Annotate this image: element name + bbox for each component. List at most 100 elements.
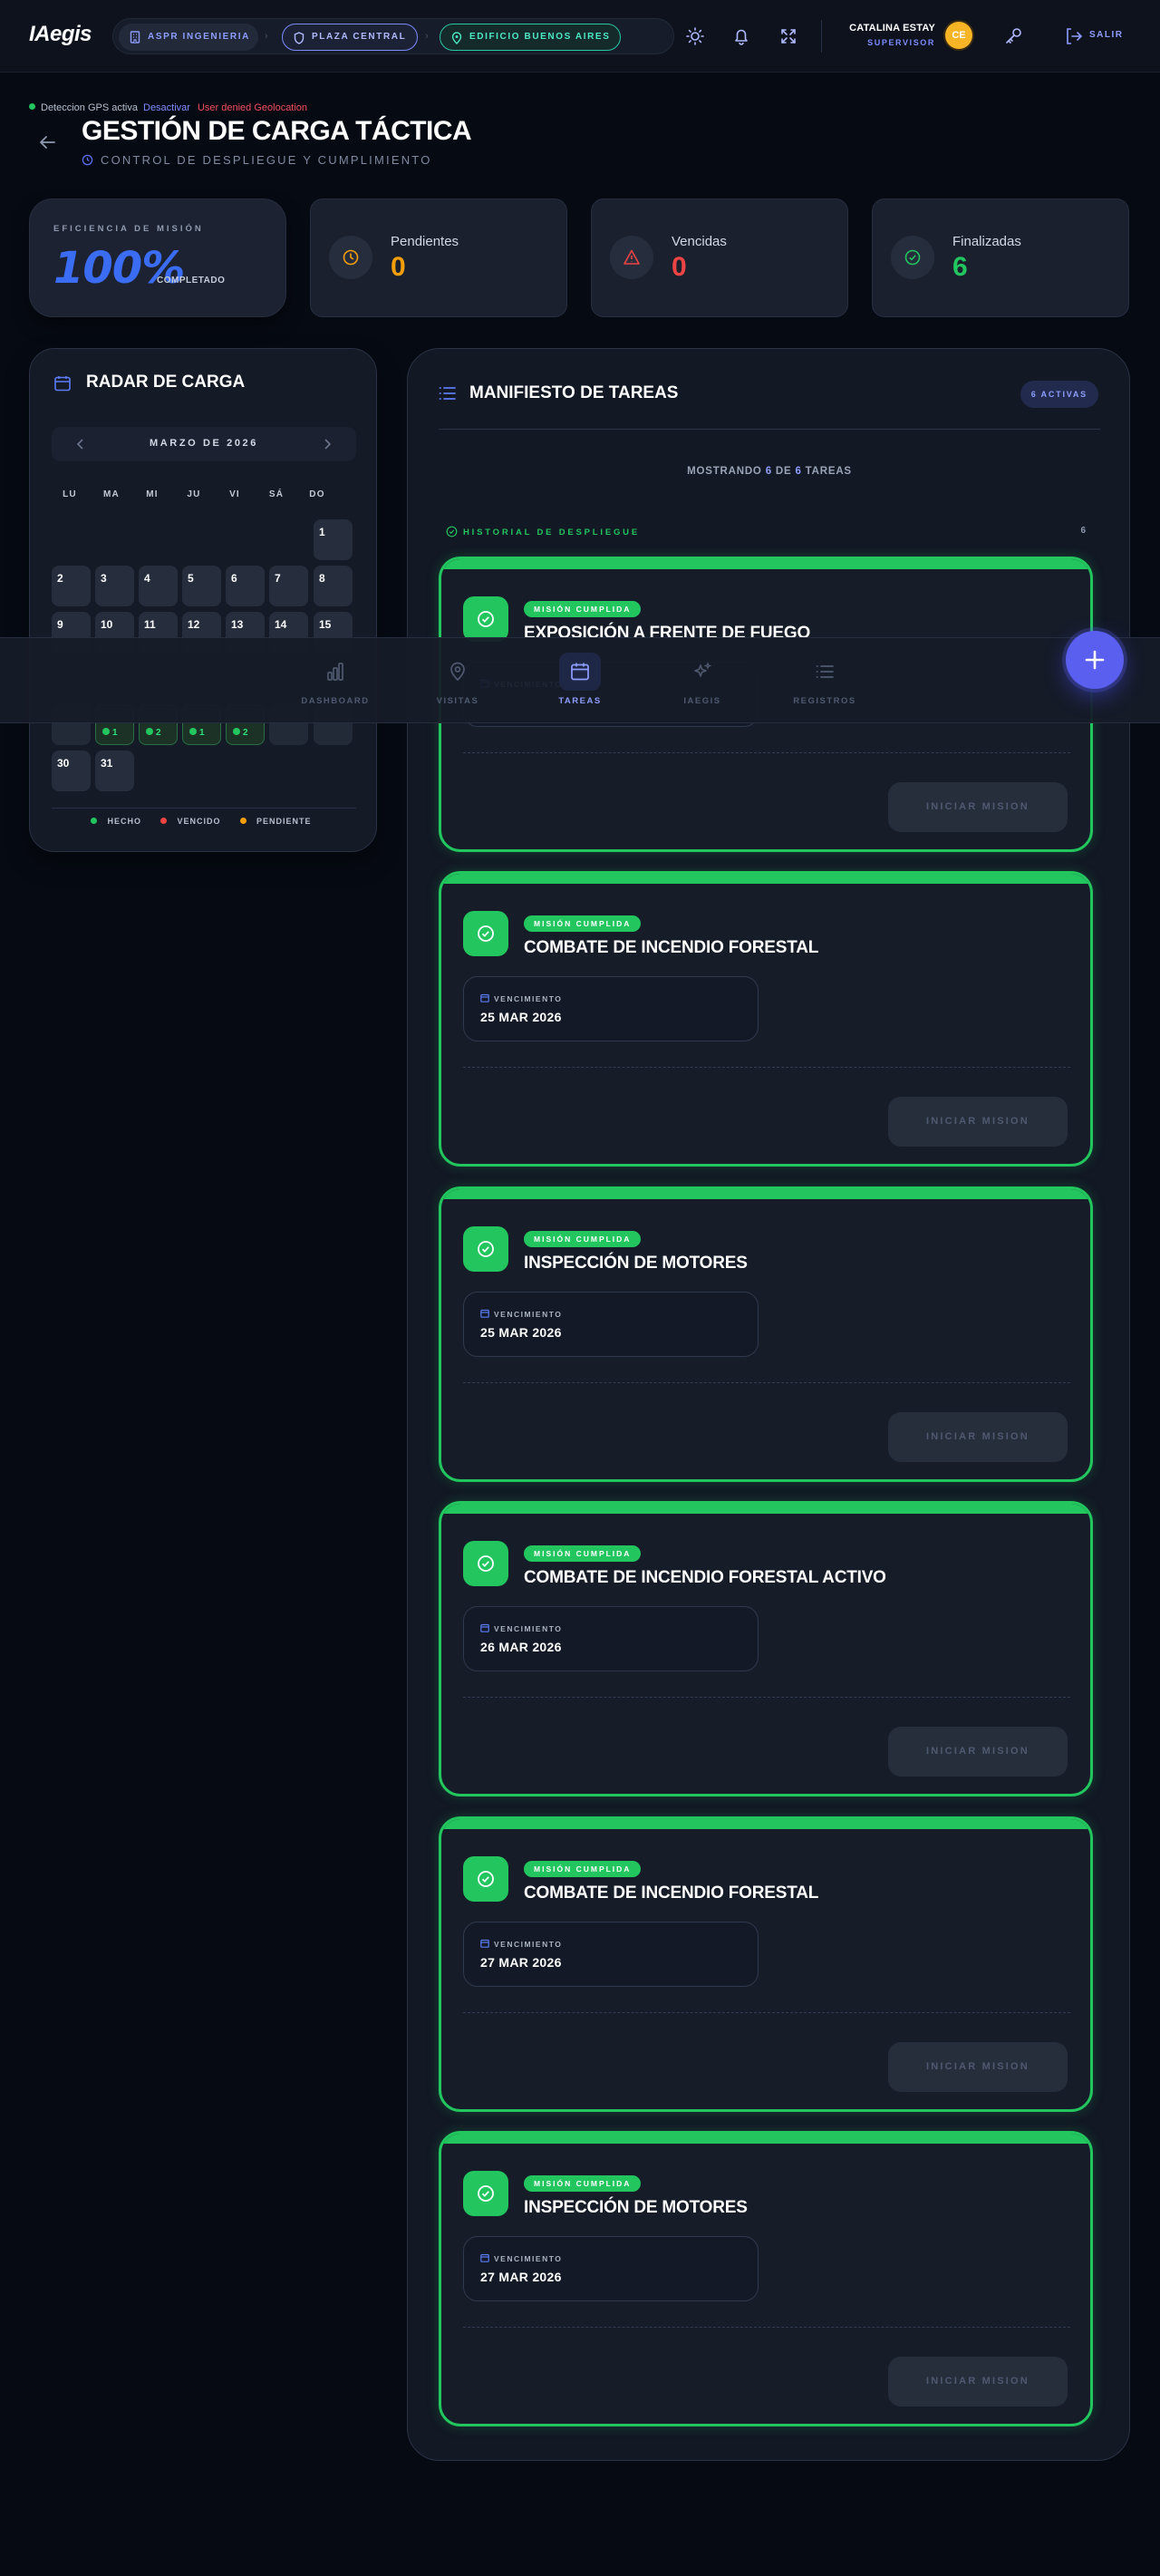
status-bar <box>441 874 1090 884</box>
calendar-day[interactable]: 5 <box>182 566 221 606</box>
nav-dashboard[interactable]: DASHBOARD <box>290 658 381 706</box>
weekday-label: SÁ <box>268 489 285 499</box>
start-mission-button[interactable]: INICIAR MISION <box>888 782 1068 832</box>
task-card[interactable]: MISIÓN CUMPLIDA COMBATE DE INCENDIO FORES… <box>439 1816 1093 2112</box>
start-mission-button[interactable]: INICIAR MISION <box>888 1097 1068 1147</box>
nav-registros[interactable]: REGISTROS <box>779 658 870 706</box>
logout-icon <box>1067 28 1083 44</box>
done-dot-icon <box>189 728 197 735</box>
chevron-right-icon: › <box>265 31 268 42</box>
start-mission-button[interactable]: INICIAR MISION <box>888 1727 1068 1777</box>
start-mission-button[interactable]: INICIAR MISION <box>888 1412 1068 1462</box>
breadcrumb: ASPR INGENIERIA › PLAZA CENTRAL › EDIFIC… <box>112 18 674 54</box>
history-label[interactable]: HISTORIAL DE DESPLIEGUE <box>446 526 640 537</box>
nav-tareas[interactable]: TAREAS <box>535 653 625 706</box>
calendar-day[interactable]: 2 <box>52 566 91 606</box>
pending-card[interactable]: Pendientes 0 <box>310 199 567 317</box>
clock-icon <box>82 154 93 166</box>
divider <box>821 20 822 53</box>
page-title: GESTIÓN DE CARGA TÁCTICA <box>82 116 472 146</box>
due-date: 26 MAR 2026 <box>480 1640 562 1654</box>
status-badge: MISIÓN CUMPLIDA <box>524 601 642 617</box>
due-date: 27 MAR 2026 <box>480 2270 562 2284</box>
overdue-dot-icon <box>160 818 168 824</box>
efficiency-card: EFICIENCIA DE MISIÓN 100% COMPLETADO <box>29 199 286 317</box>
clock-icon <box>329 236 372 279</box>
bottom-navigation: DASHBOARD VISITAS TAREAS IAEGIS REGISTRO… <box>0 637 1160 723</box>
active-count-badge: 6 ACTIVAS <box>1020 381 1098 408</box>
add-task-button[interactable] <box>1066 631 1124 689</box>
showing-count: MOSTRANDO 6 DE 6 TAREAS <box>687 466 852 477</box>
gps-deactivate-link[interactable]: Desactivar <box>143 102 190 113</box>
breadcrumb-company[interactable]: ASPR INGENIERIA <box>119 24 258 51</box>
warning-icon <box>610 236 653 279</box>
calendar-month: MARZO DE 2026 <box>150 438 258 449</box>
calendar-day[interactable]: 8 <box>314 566 353 606</box>
check-icon <box>463 911 508 956</box>
calendar-legend: HECHO VENCIDO PENDIENTE <box>30 817 378 826</box>
gps-error: User denied Geolocation <box>197 102 308 113</box>
calendar-day[interactable]: 6 <box>226 566 265 606</box>
status-badge: MISIÓN CUMPLIDA <box>524 2175 642 2192</box>
calendar-day[interactable]: 3 <box>95 566 134 606</box>
key-icon[interactable] <box>1000 24 1026 49</box>
task-card[interactable]: MISIÓN CUMPLIDA INSPECCIÓN DE MOTORES VENC… <box>439 2131 1093 2426</box>
calendar-month-nav: MARZO DE 2026 <box>52 427 356 461</box>
overdue-count: 0 <box>672 252 687 282</box>
check-circle-icon <box>891 236 934 279</box>
weekday-label: LU <box>63 489 77 499</box>
breadcrumb-site[interactable]: PLAZA CENTRAL <box>282 24 418 51</box>
calendar-day[interactable]: 1 <box>314 519 353 560</box>
app-logo[interactable]: IAegis <box>29 22 92 47</box>
user-role: SUPERVISOR <box>867 38 935 47</box>
back-arrow-icon[interactable] <box>36 131 58 153</box>
task-title: INSPECCIÓN DE MOTORES <box>524 2198 748 2217</box>
due-date-box: VENCIMIENTO 25 MAR 2026 <box>463 1292 759 1357</box>
due-date: 25 MAR 2026 <box>480 1010 562 1024</box>
chevron-right-icon[interactable] <box>320 437 334 451</box>
calendar-day[interactable]: 4 <box>139 566 178 606</box>
weekday-label: MI <box>146 489 159 499</box>
nav-iaegis[interactable]: IAEGIS <box>657 658 748 706</box>
list-icon <box>439 387 456 400</box>
due-date: 27 MAR 2026 <box>480 1955 562 1970</box>
shield-icon <box>294 32 304 44</box>
calendar-icon <box>480 1309 489 1318</box>
weekday-label: VI <box>229 489 240 499</box>
task-card[interactable]: MISIÓN CUMPLIDA COMBATE DE INCENDIO FORES… <box>439 1501 1093 1796</box>
bell-icon[interactable] <box>729 24 754 49</box>
nav-visitas[interactable]: VISITAS <box>412 658 503 706</box>
check-icon <box>463 2171 508 2216</box>
efficiency-value: 100% <box>53 243 185 294</box>
task-card[interactable]: MISIÓN CUMPLIDA COMBATE DE INCENDIO FORES… <box>439 871 1093 1167</box>
breadcrumb-building[interactable]: EDIFICIO BUENOS AIRES <box>440 24 621 51</box>
expand-icon[interactable] <box>776 24 801 49</box>
history-count: 6 <box>1080 526 1086 536</box>
task-title: COMBATE DE INCENDIO FORESTAL <box>524 1884 819 1903</box>
calendar-day[interactable]: 30 <box>52 751 91 791</box>
weekday-label: DO <box>309 489 325 499</box>
check-icon <box>463 1856 508 1902</box>
task-card[interactable]: MISIÓN CUMPLIDA INSPECCIÓN DE MOTORES VENC… <box>439 1186 1093 1482</box>
overdue-card[interactable]: Vencidas 0 <box>591 199 848 317</box>
calendar-day[interactable]: 7 <box>269 566 308 606</box>
avatar[interactable]: CE <box>945 22 972 49</box>
start-mission-button[interactable]: INICIAR MISION <box>888 2042 1068 2092</box>
start-mission-button[interactable]: INICIAR MISION <box>888 2357 1068 2407</box>
due-date-box: VENCIMIENTO 27 MAR 2026 <box>463 1922 759 1987</box>
status-badge: MISIÓN CUMPLIDA <box>524 915 642 932</box>
calendar-title: RADAR DE CARGA <box>86 373 246 392</box>
divider <box>463 2012 1070 2013</box>
divider <box>52 808 356 809</box>
divider <box>463 1697 1070 1698</box>
chevron-right-icon: › <box>425 31 429 42</box>
done-dot-icon <box>102 728 110 735</box>
logout-button[interactable]: SALIR <box>1060 24 1122 49</box>
gps-status: Deteccion GPS activa Desactivar User denie… <box>29 102 307 113</box>
user-name: CATALINA ESTAY <box>849 23 935 34</box>
check-icon <box>463 596 508 642</box>
location-pin-icon <box>450 662 465 682</box>
sun-icon[interactable] <box>682 24 708 49</box>
calendar-day[interactable]: 31 <box>95 751 134 791</box>
done-card[interactable]: Finalizadas 6 <box>872 199 1129 317</box>
